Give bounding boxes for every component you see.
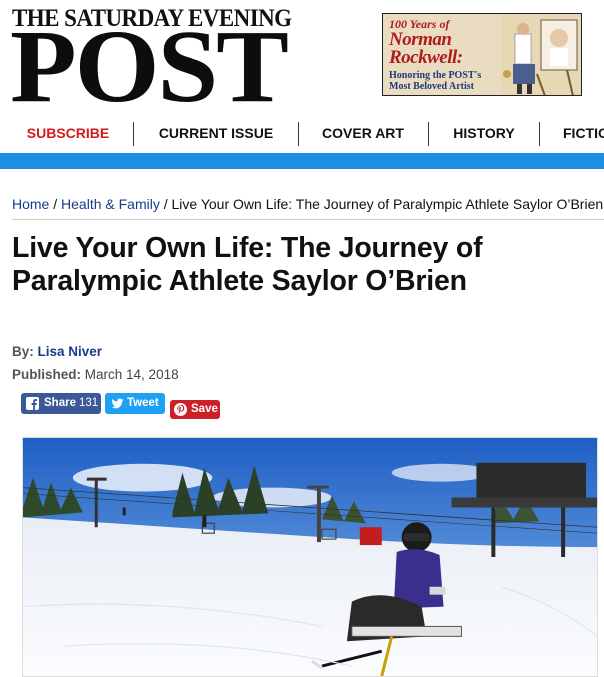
breadcrumb-home[interactable]: Home bbox=[12, 196, 49, 212]
pinterest-icon bbox=[174, 403, 187, 416]
breadcrumb: Home / Health & Family / Live Your Own L… bbox=[12, 194, 604, 214]
facebook-share-count: 131 bbox=[79, 397, 99, 409]
pinterest-save-label: Save bbox=[191, 403, 218, 415]
promo-line-3: Honoring the POST's Most Beloved Artist bbox=[389, 70, 482, 92]
author-link[interactable]: Lisa Niver bbox=[38, 344, 103, 359]
nav-current-issue[interactable]: CURRENT ISSUE bbox=[157, 118, 275, 148]
byline: By: Lisa Niver bbox=[12, 343, 102, 361]
published-label: Published: bbox=[12, 367, 82, 382]
breadcrumb-current: Live Your Own Life: The Journey of Paral… bbox=[171, 196, 604, 212]
breadcrumb-category[interactable]: Health & Family bbox=[61, 196, 160, 212]
nav-divider bbox=[428, 122, 429, 146]
promo-line-2: Norman Rockwell: bbox=[389, 29, 463, 68]
published-info: Published: March 14, 2018 bbox=[12, 366, 179, 384]
breadcrumb-separator: / bbox=[163, 196, 168, 212]
facebook-share-button[interactable]: Share 131 bbox=[21, 393, 101, 414]
twitter-tweet-label: Tweet bbox=[127, 397, 159, 409]
twitter-tweet-button[interactable]: Tweet bbox=[105, 393, 165, 414]
nav-accent-bar bbox=[0, 153, 604, 169]
nav-fiction[interactable]: FICTION bbox=[563, 118, 604, 148]
published-date: March 14, 2018 bbox=[84, 367, 179, 382]
main-nav: SUBSCRIBE CURRENT ISSUE COVER ART HISTOR… bbox=[0, 118, 604, 154]
nav-subscribe[interactable]: SUBSCRIBE bbox=[26, 118, 110, 148]
article-hero-photo[interactable] bbox=[22, 437, 598, 677]
nav-divider bbox=[133, 122, 134, 146]
breadcrumb-separator: / bbox=[53, 196, 58, 212]
nav-divider bbox=[298, 122, 299, 146]
masthead-title-post: POST bbox=[10, 9, 289, 124]
nav-cover-art[interactable]: COVER ART bbox=[321, 118, 405, 148]
promo-text: 100 Years of Norman Rockwell: Honoring t… bbox=[389, 17, 501, 92]
breadcrumb-divider bbox=[12, 219, 604, 220]
rockwell-promo-banner[interactable]: 100 Years of Norman Rockwell: Honoring t… bbox=[382, 13, 582, 96]
pinterest-save-button[interactable]: Save bbox=[170, 400, 220, 419]
nav-divider bbox=[539, 122, 540, 146]
rockwell-self-portrait-image bbox=[501, 14, 581, 95]
article-title: Live Your Own Life: The Journey of Paral… bbox=[12, 232, 483, 297]
byline-label: By: bbox=[12, 344, 34, 359]
nav-history[interactable]: HISTORY bbox=[452, 118, 516, 148]
facebook-share-label: Share bbox=[44, 397, 76, 409]
twitter-bird-icon bbox=[111, 398, 124, 409]
facebook-icon bbox=[26, 397, 39, 410]
